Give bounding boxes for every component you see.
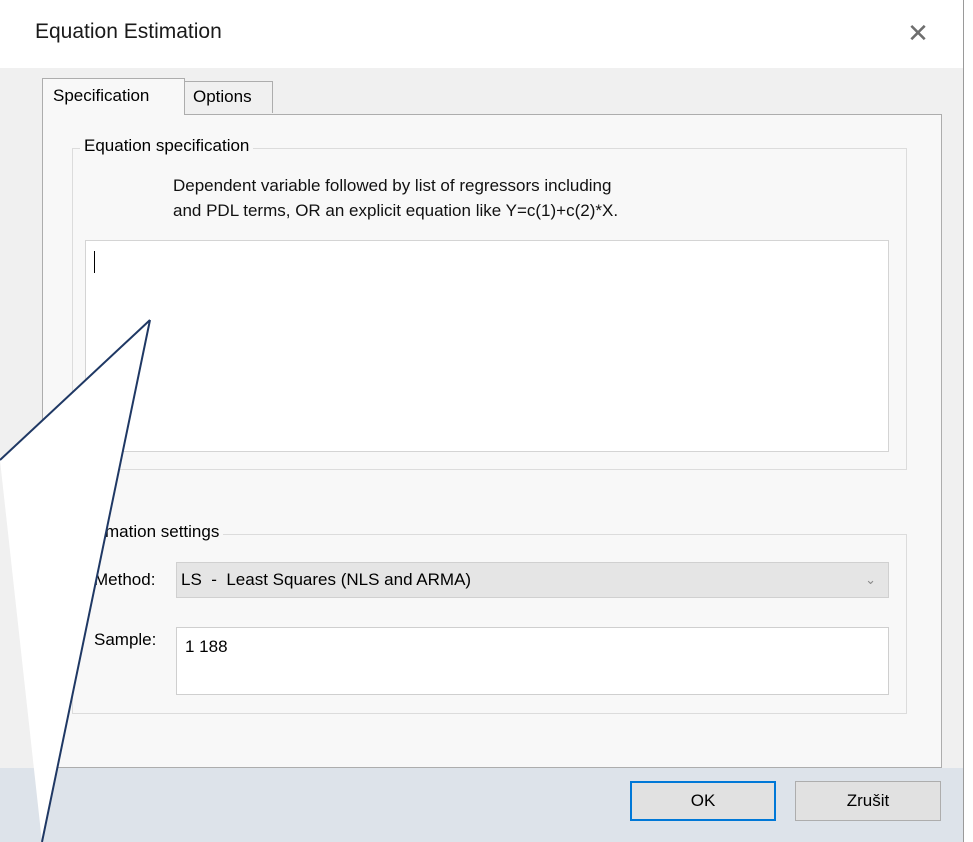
method-label: Method: (94, 570, 156, 589)
equation-hint-line-2: and PDL terms, OR an explicit equation l… (173, 201, 619, 220)
close-icon[interactable]: ✕ (900, 18, 936, 48)
dialog-title: Equation Estimation (35, 20, 222, 43)
equation-estimation-dialog: Equation Estimation ✕ Specification Opti… (0, 0, 964, 842)
estimation-settings-legend: stimation settings (86, 522, 224, 542)
equation-hint-line-1: Dependent variable followed by list of r… (173, 176, 612, 195)
ok-button[interactable]: OK (630, 781, 776, 821)
sample-input[interactable]: 1 188 (176, 627, 889, 695)
equation-input[interactable] (85, 240, 889, 452)
cancel-button[interactable]: Zrušit (795, 781, 941, 821)
tab-specification[interactable]: Specification (42, 78, 185, 115)
title-bar: Equation Estimation ✕ (0, 0, 963, 68)
method-select-value: LS - Least Squares (NLS and ARMA) (181, 570, 472, 589)
equation-specification-legend: Equation specification (80, 136, 254, 156)
sample-label: Sample: (94, 630, 157, 649)
text-caret (94, 251, 95, 273)
tab-options[interactable]: Options (185, 81, 273, 113)
chevron-down-icon: ⌄ (865, 572, 876, 587)
method-select[interactable]: LS - Least Squares (NLS and ARMA) ⌄ (176, 562, 889, 598)
